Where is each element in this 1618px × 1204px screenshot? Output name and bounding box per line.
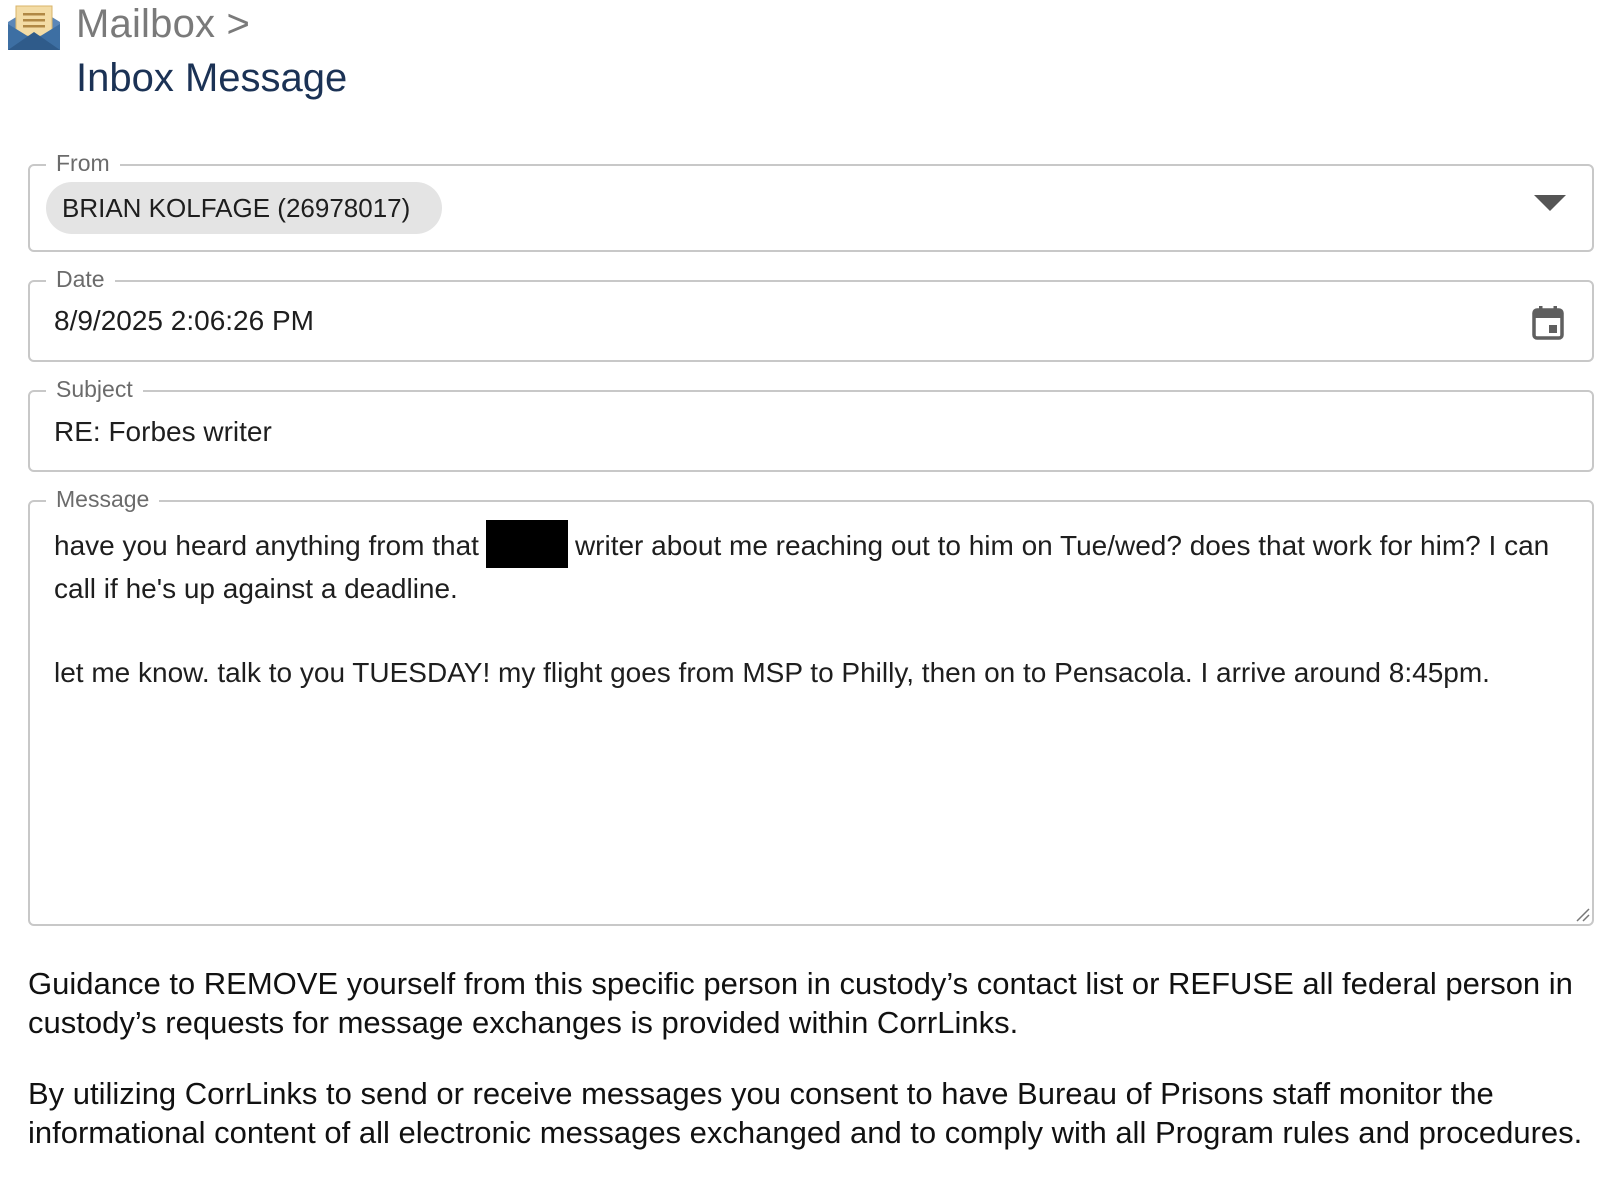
message-paragraph: let me know. talk to you TUESDAY! my fli…: [54, 657, 1490, 688]
message-body[interactable]: have you heard anything from that writer …: [54, 520, 1554, 694]
consent-notice: By utilizing CorrLinks to send or receiv…: [28, 1076, 1583, 1150]
chevron-down-icon[interactable]: [1534, 195, 1566, 211]
breadcrumb-mailbox[interactable]: Mailbox >: [76, 2, 250, 47]
calendar-icon[interactable]: [1532, 306, 1564, 340]
open-envelope-icon: [8, 5, 60, 50]
message-field[interactable]: Message have you heard anything from tha…: [28, 486, 1594, 926]
message-text-before-redaction: have you heard anything from that: [54, 530, 479, 561]
redaction-box: [485, 520, 568, 568]
subject-field[interactable]: Subject RE: Forbes writer: [28, 376, 1594, 472]
message-label: Message: [46, 486, 160, 513]
page-header: Mailbox > Inbox Message: [6, 0, 606, 110]
date-label: Date: [46, 266, 115, 293]
from-field[interactable]: From BRIAN KOLFAGE (26978017): [28, 150, 1594, 252]
subject-label: Subject: [46, 376, 143, 403]
subject-value: RE: Forbes writer: [54, 416, 272, 447]
date-field[interactable]: Date 8/9/2025 2:06:26 PM: [28, 266, 1594, 362]
guidance-notice: Guidance to REMOVE yourself from this sp…: [28, 966, 1573, 1040]
from-label: From: [46, 150, 120, 177]
message-paragraph: have you heard anything from that writer …: [54, 520, 1554, 610]
resize-handle-icon[interactable]: [1574, 906, 1590, 922]
date-value: 8/9/2025 2:06:26 PM: [54, 305, 314, 336]
sender-chip[interactable]: BRIAN KOLFAGE (26978017): [46, 182, 443, 234]
page-title: Inbox Message: [76, 56, 348, 100]
